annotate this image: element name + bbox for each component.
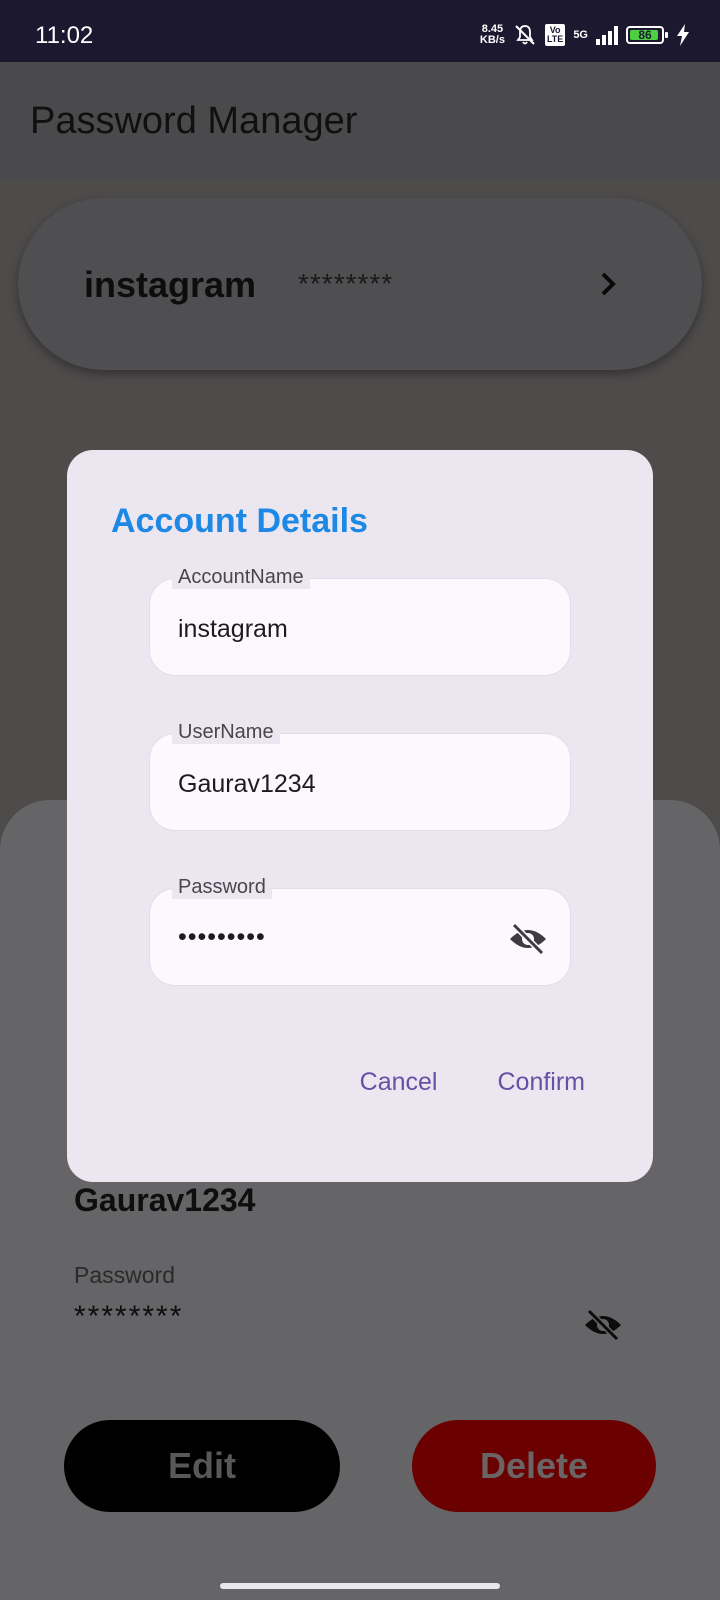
delete-button[interactable]: Delete [412, 1420, 656, 1512]
sheet-username: Gaurav1234 [74, 1182, 256, 1218]
dialog-title: Account Details [111, 502, 368, 540]
account-name-value[interactable]: instagram [178, 615, 288, 644]
account-name: instagram [84, 264, 257, 305]
username-label: UserName [172, 720, 280, 744]
status-time: 11:02 [35, 22, 94, 49]
sheet-password-label: Password [74, 1262, 175, 1288]
page-title: Password Manager [30, 100, 358, 142]
charging-icon [677, 24, 689, 46]
password-label: Password [172, 875, 272, 899]
home-indicator[interactable] [220, 1583, 500, 1589]
eye-off-icon[interactable] [508, 921, 548, 957]
dialog-actions: Cancel Confirm [360, 1068, 585, 1097]
signal-icon [596, 25, 618, 45]
cancel-button[interactable]: Cancel [360, 1068, 438, 1097]
battery-icon: 86 [626, 26, 668, 44]
sheet-password-value: ******** [74, 1300, 184, 1333]
bell-off-icon [515, 25, 535, 45]
eye-off-icon[interactable] [583, 1307, 623, 1343]
app-bar: Password Manager [0, 62, 720, 180]
username-value[interactable]: Gaurav1234 [178, 770, 316, 799]
confirm-button[interactable]: Confirm [497, 1068, 585, 1097]
chevron-right-icon[interactable] [598, 270, 618, 298]
password-value[interactable]: ••••••••• [178, 923, 266, 952]
network-speed: 8.45 KB/s [479, 23, 505, 46]
account-name-label: AccountName [172, 565, 310, 589]
account-details-dialog: Account Details AccountName instagram Us… [67, 450, 653, 1182]
network-type: 5G [573, 29, 588, 41]
volte-icon: Vo LTE [544, 24, 566, 46]
account-name-field[interactable]: AccountName instagram [149, 565, 571, 676]
account-card[interactable]: instagram ******** [18, 198, 702, 370]
password-field[interactable]: Password ••••••••• [149, 875, 571, 986]
account-password-mask: ******** [298, 268, 394, 299]
status-bar: 11:02 8.45 KB/s Vo LTE 5G 86 [0, 0, 720, 62]
edit-button[interactable]: Edit [64, 1420, 340, 1512]
battery-level: 86 [638, 28, 652, 42]
username-field[interactable]: UserName Gaurav1234 [149, 720, 571, 831]
status-icons: 8.45 KB/s Vo LTE 5G 86 [480, 20, 690, 50]
